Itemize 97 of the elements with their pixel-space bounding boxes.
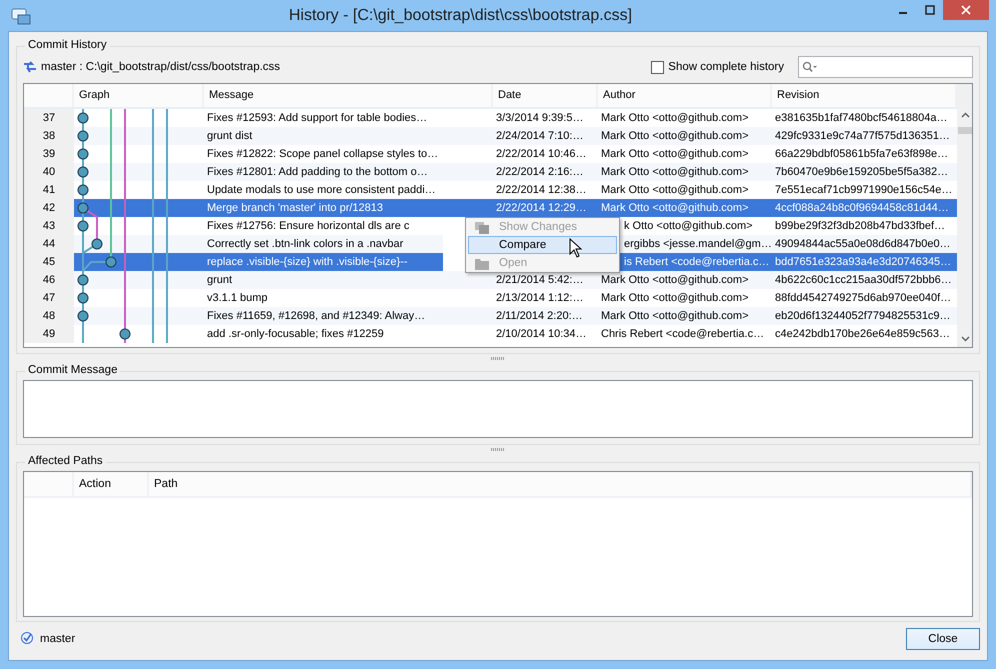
row-number: 44 (24, 235, 74, 253)
table-cell: Mark Otto <otto@github.com> (598, 127, 772, 145)
row-number: 37 (24, 109, 74, 127)
table-cell: 4ccf088a24b8c0f9694458c81d44… (772, 199, 957, 217)
table-cell: Fixes #12801: Add padding to the bottom o… (204, 163, 493, 181)
table-cell-text: b99be29f32f3db208b47bd33fbef… (774, 219, 946, 234)
cursor-icon (569, 238, 583, 258)
row-number: 40 (24, 163, 74, 181)
scroll-down-icon (961, 336, 970, 342)
table-cell-text: 66a229bdbf05861b5fa7e63f898e… (774, 147, 950, 162)
close-dialog-button[interactable]: Close (906, 628, 980, 650)
branch-icon (23, 61, 37, 73)
branch-status-icon (20, 631, 36, 647)
window-title: History - [C:\git_bootstrap\dist\css\bootstrap.css] (288, 6, 634, 24)
table-cell-text: add .sr-only-focusable; fixes #12259 (206, 327, 385, 342)
column-header[interactable]: Message (204, 84, 493, 107)
table-cell: 2/22/2014 12:29… (493, 199, 598, 217)
scrollbar[interactable] (957, 84, 972, 347)
table-cell-text: 2/22/2014 12:38… (495, 183, 588, 198)
column-header[interactable]: Action (74, 472, 149, 496)
table-cell: Correctly set .btn-link colors in a .navbar (204, 235, 443, 253)
table-cell: Mark Otto <otto@github.com> (598, 199, 772, 217)
table-cell: eb20d6f13244052f7794825531c9… (772, 307, 957, 325)
table-cell: 49094844ac55a0e08d6d847b0e0… (772, 235, 957, 253)
table-cell-text: 3/3/2014 9:39:5… (495, 111, 584, 126)
commit-dot (120, 328, 130, 340)
table-cell-text: k Otto <otto@github.com> (623, 219, 754, 234)
column-header[interactable]: Revision (772, 84, 957, 107)
search-field[interactable] (798, 56, 973, 78)
table-cell: Merge branch 'master' into pr/12813 (204, 199, 493, 217)
table-cell-text: Fixes #12756: Ensure horizontal dls are c (206, 219, 410, 234)
table-cell-text: Chris Rebert <code@rebertia.c… (600, 327, 766, 342)
table-cell: Mark Otto <otto@github.com> (598, 163, 772, 181)
table-cell-text: 7e551ecaf71cb9971990e156c54e… (774, 183, 954, 198)
pages-icon (474, 221, 490, 234)
table-cell: bdd7651e323a93a4e3d20746345… (772, 253, 957, 271)
row-number: 47 (24, 289, 74, 307)
commit-message-field[interactable] (23, 380, 973, 438)
table-cell: 4b622c60c1cc215aa30df572bbb6… (772, 271, 957, 289)
branch-path: master : C:\git_bootstrap/dist/css/bootstrap.css (41, 61, 282, 73)
table-cell: 2/11/2014 2:20:… (493, 307, 598, 325)
row-number: 46 (24, 271, 74, 289)
group-title: Commit Message (25, 364, 120, 376)
row-number: 41 (24, 181, 74, 199)
table-cell-text: Mark Otto <otto@github.com> (600, 147, 750, 162)
app-icon (10, 6, 32, 24)
table-cell-text: Mark Otto <otto@github.com> (600, 291, 750, 306)
table-cell: Mark Otto <otto@github.com> (598, 307, 772, 325)
commit-dot (78, 184, 88, 196)
table-cell-text: 2/10/2014 10:34… (495, 327, 588, 342)
table-cell: Fixes #11659, #12698, and #12349: Alway… (204, 307, 493, 325)
row-number: 43 (24, 217, 74, 235)
commit-dot (78, 112, 88, 124)
table-cell-text: c4e242bdb170be26e64e859c563… (774, 327, 951, 342)
table-cell: 2/22/2014 2:16:… (493, 163, 598, 181)
close-button[interactable] (943, 0, 989, 20)
maximize-icon (924, 5, 934, 15)
table-cell-text: 2/22/2014 10:46… (495, 147, 588, 162)
scroll-up-icon (961, 112, 970, 118)
group-title: Affected Paths (25, 455, 106, 467)
table-cell-text: v3.1.1 bump (206, 291, 269, 306)
table-cell-text: 88fdd4542749275d6ab970ee040f… (774, 291, 952, 306)
branch-name: master (40, 633, 76, 645)
close-icon (961, 5, 971, 15)
row-number: 45 (24, 253, 74, 271)
search-icon (802, 61, 818, 73)
group-title: Commit History (25, 39, 110, 51)
table-cell: grunt dist (204, 127, 493, 145)
row-number: 49 (24, 325, 74, 343)
table-cell-text: Fixes #12822: Scope panel collapse styles to… (206, 147, 440, 162)
row-number: 42 (24, 199, 74, 217)
commit-dot (78, 148, 88, 160)
table-cell: Mark Otto <otto@github.com> (598, 271, 772, 289)
column-header[interactable]: Graph (74, 84, 204, 107)
column-header[interactable]: Path (149, 472, 972, 496)
minimize-icon (898, 12, 906, 14)
scroll-thumb[interactable] (958, 127, 972, 134)
table-cell-text: Update modals to use more consistent paddi… (206, 183, 437, 198)
table-cell-text: Fixes #12593: Add support for table bodies… (206, 111, 428, 126)
table-cell: replace .visible-{size} with .visible-{size}-- (204, 253, 443, 271)
table-cell: 7b60470e9b6e159205be5f5a382… (772, 163, 957, 181)
checkbox-label: Show complete history (668, 61, 784, 73)
table-cell-text: e381635b1faf7480bcf54618804a… (774, 111, 948, 126)
row-number: 38 (24, 127, 74, 145)
column-header[interactable]: Author (598, 84, 772, 107)
table-cell: grunt (204, 271, 493, 289)
column-header[interactable]: Date (493, 84, 598, 107)
table-cell: 2/24/2014 7:10:… (493, 127, 598, 145)
commit-dot (78, 220, 88, 232)
table-cell: 429fc9331e9c74a77f575d136351… (772, 127, 957, 145)
table-cell-text: 2/13/2014 1:12:… (495, 291, 584, 306)
commit-dot (78, 292, 88, 304)
table-cell-text: Mark Otto <otto@github.com> (600, 183, 750, 198)
table-cell-text: Mark Otto <otto@github.com> (600, 111, 750, 126)
row-number: 48 (24, 307, 74, 325)
history-checkbox[interactable] (651, 60, 664, 74)
row-number: 39 (24, 145, 74, 163)
